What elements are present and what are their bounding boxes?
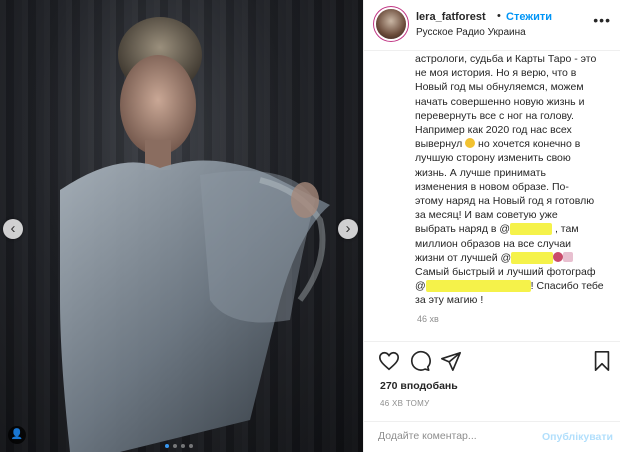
caption-line: миллион образов на все случаи (415, 237, 572, 250)
caption-line: астрологи, судьба и Карты Таро - это (415, 53, 597, 65)
photo-subject (60, 17, 330, 452)
caption-line: изменения в новом образе. По- (415, 180, 569, 193)
post-header: lera_fatforest • Стежити Русское Радио У… (364, 0, 620, 51)
caption-line: не моя история. Но я верю, что в (415, 67, 577, 80)
caption-line: выбрать наряд в @xxxxxxxx , там (415, 222, 615, 236)
caption-text: выбрать наряд в @ (415, 223, 511, 236)
post-timestamp: 46 ХВ ТОМУ (380, 399, 430, 408)
more-options-icon[interactable]: ••• (593, 12, 611, 28)
redacted-mention[interactable]: xxxxxxxxxxxxxxxxxxxx (425, 280, 531, 293)
avatar[interactable] (376, 9, 406, 39)
publish-button[interactable]: Опублікувати (542, 431, 613, 443)
caption-text: ! Спасибо тебе (530, 280, 604, 293)
header-separator: • (497, 10, 501, 22)
caption-line: за месяц! И вам советую уже (415, 209, 558, 222)
share-icon[interactable] (440, 350, 462, 372)
comment-form: Опублікувати (364, 421, 620, 453)
caption-timestamp: 46 хв (417, 314, 439, 324)
redacted-mention[interactable]: xxxxxxxx (511, 251, 554, 264)
username-link[interactable]: lera_fatforest (416, 11, 486, 23)
caption-text: жизни от лучшей @ (415, 251, 512, 264)
caption-line: жизни от лучшей @xxxxxxxx (415, 251, 615, 265)
comment-icon[interactable] (409, 350, 431, 372)
location-link[interactable]: Русское Радио Украина (416, 27, 526, 38)
caption-text: но хочется конечно в (475, 138, 581, 151)
caption-line: @xxxxxxxxxxxxxxxxxxxx! Спасибо тебе (415, 279, 615, 293)
caption-text: вывернул (415, 138, 463, 151)
user-tag-icon[interactable]: 👤 (8, 426, 26, 444)
post-caption: астрологи, судьба и Карты Таро - это не … (415, 52, 615, 308)
carousel-prev-button[interactable]: ‹ (3, 219, 23, 239)
caption-line: перевернуть все с ног на голову. (415, 109, 574, 122)
caption-text: , там (552, 223, 579, 236)
caption-line: начать совершенно новую жизнь и (415, 95, 585, 108)
photo-emoji-icon (563, 251, 574, 262)
post-side-panel: lera_fatforest • Стежити Русское Радио У… (363, 0, 620, 452)
carousel-next-button[interactable]: › (338, 219, 358, 239)
redacted-mention[interactable]: xxxxxxxx (510, 223, 553, 236)
caption-line: жизнь. А лучше принимать (415, 166, 546, 179)
carousel-dot-active (165, 444, 169, 448)
comment-input[interactable] (378, 430, 538, 442)
like-heart-icon[interactable] (378, 350, 400, 372)
carousel-dot (173, 444, 177, 448)
caption-line: этому наряд на Новый год я готовлю (415, 195, 595, 208)
post-viewer: ‹ › 👤 lera_fatforest • Стежити Русское Р… (0, 0, 620, 452)
carousel-dot (181, 444, 185, 448)
follow-button[interactable]: Стежити (506, 11, 552, 23)
bookmark-icon[interactable] (591, 350, 613, 372)
laughing-emoji-icon (465, 138, 476, 149)
carousel-dots (165, 444, 193, 448)
caption-line: Новый год мы обнуляемся, можем (415, 81, 584, 94)
caption-line: лучшую сторону изменить свою (415, 152, 571, 165)
caption-line: вывернул но хочется конечно в (415, 137, 615, 151)
post-actions (364, 341, 620, 378)
post-photo[interactable]: ‹ › 👤 (0, 0, 363, 452)
likes-count[interactable]: 270 вподобань (380, 380, 458, 392)
carousel-dot (189, 444, 193, 448)
caption-text: @ (415, 280, 426, 293)
caption-line: Например как 2020 год нас всех (415, 124, 572, 137)
kiss-emoji-icon (553, 251, 564, 262)
caption-line: за эту магию ! (415, 294, 484, 307)
caption-line: Самый быстрый и лучший фотограф (415, 266, 596, 279)
